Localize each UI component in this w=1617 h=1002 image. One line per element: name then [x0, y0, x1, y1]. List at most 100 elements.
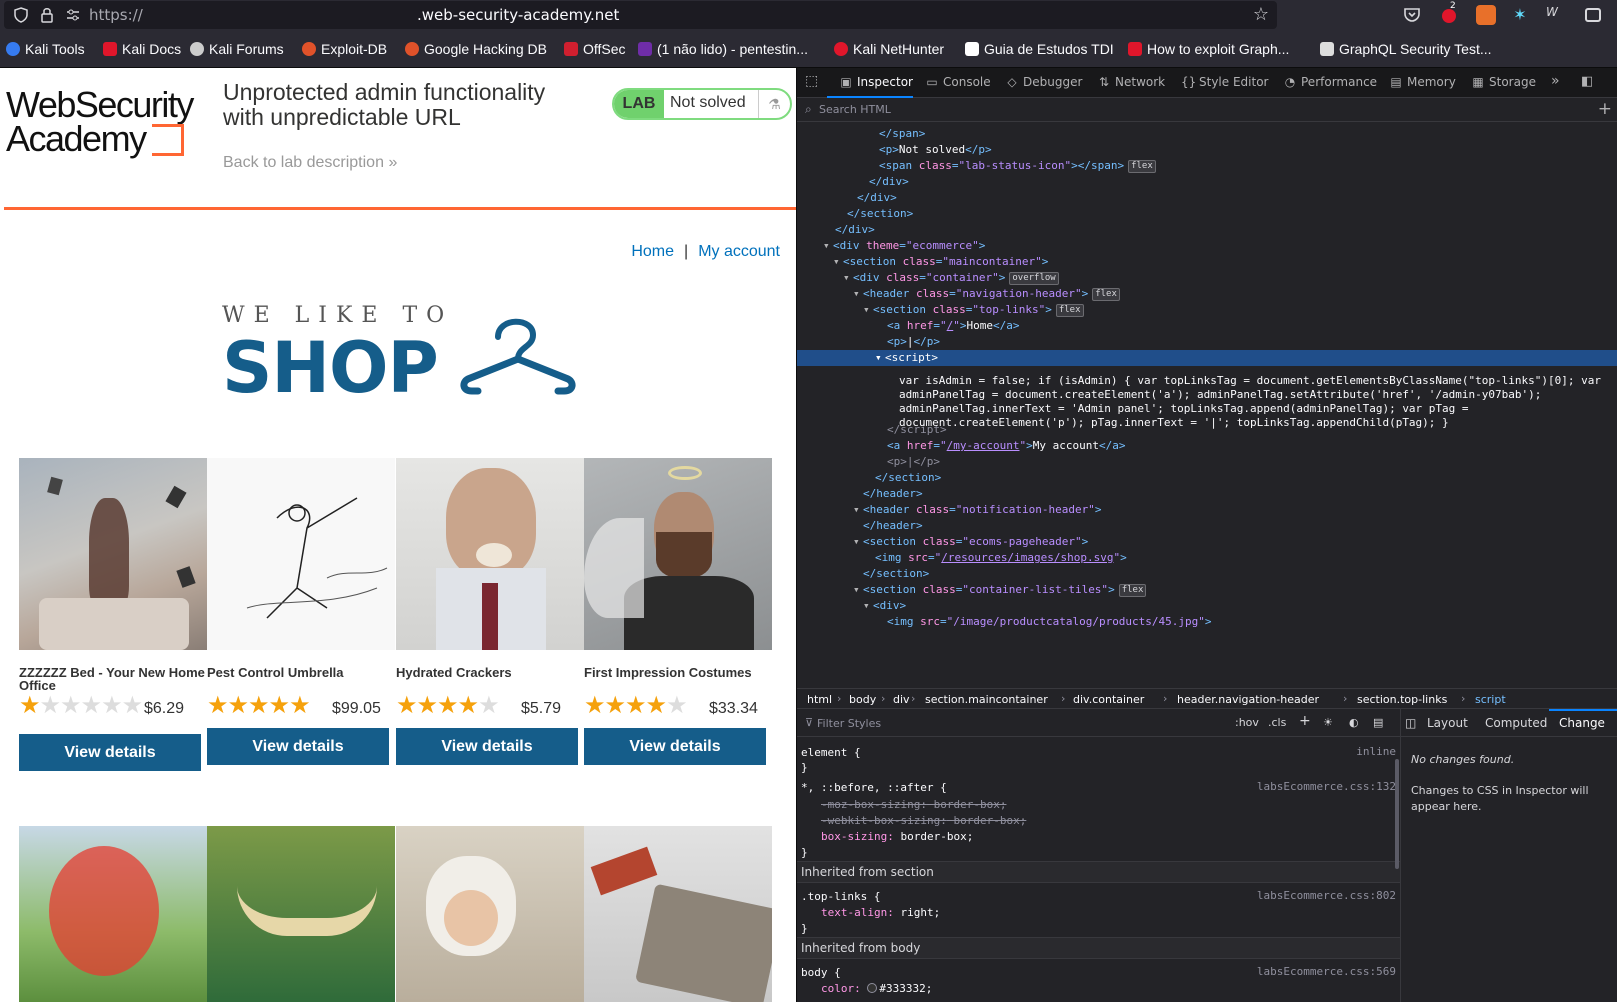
- markup-line[interactable]: </header>: [797, 486, 1617, 502]
- markup-line[interactable]: ▾ <header class="notification-header">: [797, 502, 1617, 518]
- rule-source[interactable]: labsEcommerce.css:132: [1257, 780, 1396, 793]
- home-link[interactable]: Home: [631, 243, 674, 260]
- markup-line[interactable]: </header>: [797, 518, 1617, 534]
- product-image-teabag[interactable]: [584, 826, 772, 1002]
- bookmark-kali-nethunter[interactable]: Kali NetHunter: [834, 41, 944, 59]
- bookmark-pentesting[interactable]: (1 não lido) - pentestin...: [638, 41, 808, 59]
- rule-source[interactable]: labsEcommerce.css:569: [1257, 965, 1396, 978]
- bookmark-google-hacking-db[interactable]: Google Hacking DB: [405, 41, 547, 59]
- hover-toggle[interactable]: :hov: [1235, 716, 1259, 729]
- tab-storage[interactable]: ▦ Storage: [1471, 75, 1536, 89]
- sparkle-extension-icon[interactable]: ✶: [1510, 5, 1530, 25]
- bookmark-graphql-exploit[interactable]: How to exploit Graph...: [1128, 41, 1289, 59]
- markup-line[interactable]: </span>: [797, 126, 1617, 142]
- markup-line[interactable]: </div>: [797, 174, 1617, 190]
- product-image-smile[interactable]: [207, 826, 395, 1002]
- breadcrumb-body[interactable]: body: [849, 693, 876, 706]
- markup-line[interactable]: ▾ <section class="maincontainer">: [797, 254, 1617, 270]
- lock-icon[interactable]: [38, 6, 56, 24]
- more-tabs-icon[interactable]: »: [1551, 73, 1560, 89]
- product-image-baby[interactable]: [396, 826, 584, 1002]
- extension-badge-icon[interactable]: 2: [1440, 1, 1460, 25]
- tab-layout[interactable]: Layout: [1427, 716, 1468, 730]
- rule-line[interactable]: -moz-box-sizing: border-box;: [821, 797, 1006, 812]
- view-details-button[interactable]: View details: [584, 728, 766, 765]
- markup-line[interactable]: ▾ <div theme="ecommerce">: [797, 238, 1617, 254]
- tab-memory[interactable]: ▤ Memory: [1389, 75, 1455, 89]
- tab-changes[interactable]: Change: [1559, 716, 1605, 730]
- permissions-icon[interactable]: [64, 6, 82, 24]
- add-rule-icon[interactable]: +: [1299, 713, 1311, 729]
- markup-line[interactable]: ▾ <div class="container"> overflow: [797, 270, 1617, 286]
- product-image-umbrella[interactable]: [207, 458, 395, 650]
- markup-line[interactable]: <p>|</p>: [797, 454, 1617, 470]
- view-details-button[interactable]: View details: [396, 728, 578, 765]
- back-to-lab-link[interactable]: Back to lab description »: [223, 154, 397, 172]
- script-source[interactable]: var isAdmin = false; if (isAdmin) { var …: [899, 374, 1614, 430]
- markup-line[interactable]: </section>: [797, 470, 1617, 486]
- markup-line[interactable]: <a href="/">Home</a>: [797, 318, 1617, 334]
- print-media-icon[interactable]: ▤: [1373, 716, 1383, 729]
- markup-line[interactable]: <a href="/my-account">My account</a>: [797, 438, 1617, 454]
- breadcrumb-script[interactable]: script: [1475, 693, 1506, 706]
- web-security-academy-logo[interactable]: WebSecurity Academy: [6, 87, 206, 168]
- layout-icon[interactable]: ◫: [1405, 716, 1416, 730]
- pocket-icon[interactable]: [1402, 5, 1422, 25]
- view-details-button[interactable]: View details: [19, 734, 201, 771]
- tab-computed[interactable]: Computed: [1485, 716, 1547, 730]
- bookmark-kali-docs[interactable]: Kali Docs: [103, 41, 181, 59]
- view-details-button[interactable]: View details: [207, 728, 389, 765]
- breadcrumb-navigation-header[interactable]: header.navigation-header: [1177, 693, 1319, 706]
- markup-line[interactable]: ▾ <section class="ecoms-pageheader">: [797, 534, 1617, 550]
- markup-line-selected-script[interactable]: ▾ <script>: [797, 350, 1617, 366]
- rule-line[interactable]: box-sizing: border-box;: [821, 829, 973, 844]
- markup-line[interactable]: ▾ <section class="container-list-tiles"> f…: [797, 582, 1617, 598]
- light-scheme-icon[interactable]: ☀: [1323, 716, 1333, 729]
- class-toggle[interactable]: .cls: [1268, 716, 1286, 729]
- markup-line[interactable]: <span class="lab-status-icon"></span> fle…: [797, 158, 1617, 174]
- bookmark-offsec[interactable]: OffSec: [564, 41, 626, 59]
- bookmark-graphql-security[interactable]: GraphQL Security Test...: [1320, 41, 1492, 59]
- rule-source[interactable]: labsEcommerce.css:802: [1257, 889, 1396, 902]
- markup-line[interactable]: <p>|</p>: [797, 334, 1617, 350]
- markup-line[interactable]: <img src="/image/productcatalog/products…: [797, 614, 1617, 630]
- markup-line[interactable]: <p>Not solved</p>: [797, 142, 1617, 158]
- burp-extension-icon[interactable]: [1476, 5, 1496, 25]
- dock-icon[interactable]: ◧: [1581, 74, 1593, 89]
- bookmark-kali-tools[interactable]: Kali Tools: [6, 41, 85, 59]
- add-node-icon[interactable]: +: [1598, 99, 1612, 119]
- breadcrumb-html[interactable]: html: [807, 693, 832, 706]
- markup-line[interactable]: </section>: [797, 206, 1617, 222]
- my-account-link[interactable]: My account: [698, 243, 780, 260]
- breadcrumb-div[interactable]: div: [893, 693, 910, 706]
- markup-line[interactable]: </div>: [797, 190, 1617, 206]
- rule-line[interactable]: color: #333332;: [821, 981, 932, 996]
- tab-performance[interactable]: ◔ Performance: [1283, 75, 1377, 89]
- container-tab-icon[interactable]: [1585, 8, 1601, 22]
- product-image-costumes[interactable]: [584, 458, 772, 650]
- wappalyzer-icon[interactable]: W: [1546, 5, 1566, 25]
- markup-line[interactable]: ▾ <section class="top-links"> flex: [797, 302, 1617, 318]
- html-search[interactable]: ⌕ Search HTML +: [797, 98, 1617, 122]
- tab-console[interactable]: ▭ Console: [925, 75, 990, 89]
- tab-network[interactable]: ⇅ Network: [1097, 75, 1165, 89]
- breadcrumb-top-links[interactable]: section.top-links: [1357, 693, 1447, 706]
- rule-source[interactable]: inline: [1356, 745, 1396, 758]
- product-image-crackers[interactable]: [396, 458, 584, 650]
- tab-style-editor[interactable]: {} Style Editor: [1181, 75, 1268, 89]
- markup-line[interactable]: </div>: [797, 222, 1617, 238]
- product-image-bubble[interactable]: [19, 826, 207, 1002]
- rule-line[interactable]: text-align: right;: [821, 905, 940, 920]
- bookmark-guia-tdi[interactable]: Guia de Estudos TDI: [965, 41, 1114, 59]
- product-image-bed[interactable]: [19, 458, 207, 650]
- bookmark-kali-forums[interactable]: Kali Forums: [190, 41, 284, 59]
- tab-debugger[interactable]: ◇ Debugger: [1005, 75, 1082, 89]
- bookmark-star-icon[interactable]: ☆: [1253, 4, 1269, 25]
- bookmark-exploit-db[interactable]: Exploit-DB: [302, 41, 387, 59]
- color-swatch-icon[interactable]: [867, 983, 878, 993]
- rule-line[interactable]: -webkit-box-sizing: border-box;: [821, 813, 1026, 828]
- markup-line[interactable]: </section>: [797, 566, 1617, 582]
- dark-scheme-icon[interactable]: ◐: [1349, 716, 1359, 729]
- markup-line[interactable]: ▾ <header class="navigation-header"> flex: [797, 286, 1617, 302]
- markup-line[interactable]: ▾ <div>: [797, 598, 1617, 614]
